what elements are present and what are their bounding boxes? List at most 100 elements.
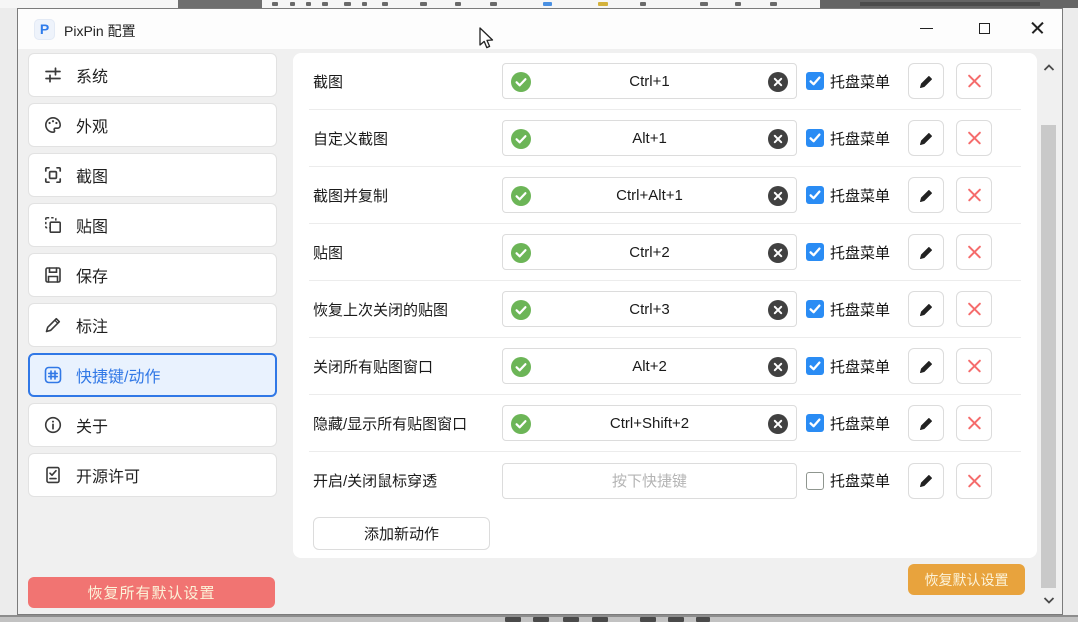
close-icon	[1031, 22, 1044, 35]
delete-action-button[interactable]	[956, 177, 992, 213]
license-icon	[43, 465, 63, 485]
sidebar-item-hotkeys[interactable]: 快捷键/动作	[28, 353, 277, 397]
edit-action-button[interactable]	[908, 120, 944, 156]
tray-checkbox[interactable]	[806, 300, 824, 318]
restore-all-defaults-button[interactable]: 恢复所有默认设置	[28, 577, 275, 608]
hotkey-clear-button[interactable]	[768, 414, 788, 434]
pencil-icon	[918, 415, 935, 432]
background-glyph	[306, 2, 311, 6]
minimize-icon	[920, 28, 933, 29]
hotkey-input[interactable]: Ctrl+2	[502, 234, 797, 270]
delete-action-button[interactable]	[956, 291, 992, 327]
delete-x-icon	[967, 188, 982, 203]
tray-label: 托盘菜单	[830, 470, 890, 491]
edit-action-button[interactable]	[908, 463, 944, 499]
scroll-up-button[interactable]	[1041, 61, 1057, 75]
hotkey-clear-button[interactable]	[768, 129, 788, 149]
hotkey-input[interactable]: Alt+2	[502, 348, 797, 384]
action-label: 恢复上次关闭的贴图	[313, 299, 502, 320]
palette-icon	[43, 115, 63, 135]
hotkey-clear-button[interactable]	[768, 300, 788, 320]
hotkey-input[interactable]: Ctrl+1	[502, 63, 797, 99]
hotkey-clear-button[interactable]	[768, 186, 788, 206]
delete-action-button[interactable]	[956, 63, 992, 99]
edit-action-button[interactable]	[908, 348, 944, 384]
delete-x-icon	[967, 74, 982, 89]
delete-action-button[interactable]	[956, 234, 992, 270]
edit-action-button[interactable]	[908, 234, 944, 270]
sidebar-item-annotate[interactable]: 标注	[28, 303, 277, 347]
action-label: 关闭所有贴图窗口	[313, 356, 502, 377]
background-glyph	[420, 2, 427, 6]
hotkey-row: 截图并复制 Ctrl+Alt+1 托盘菜单	[309, 167, 1021, 224]
hotkey-value: Ctrl+1	[629, 73, 669, 90]
maximize-button[interactable]	[962, 15, 1006, 41]
sidebar: 系统 外观 截图	[28, 53, 277, 503]
tray-checkbox[interactable]	[806, 186, 824, 204]
checkmark-icon	[808, 188, 822, 202]
hotkey-value: 按下快捷键	[612, 470, 687, 491]
background-glyph	[860, 2, 1040, 6]
pencil-icon	[918, 472, 935, 489]
hotkey-input[interactable]: Ctrl+Alt+1	[502, 177, 797, 213]
background-glyph	[322, 2, 328, 6]
hotkey-clear-button[interactable]	[768, 243, 788, 263]
sidebar-item-license[interactable]: 开源许可	[28, 453, 277, 497]
hotkey-input[interactable]: Ctrl+3	[502, 291, 797, 327]
background-glyph	[770, 2, 777, 6]
hotkey-valid-icon	[511, 129, 531, 149]
hotkey-input[interactable]: Alt+1	[502, 120, 797, 156]
background-glyph	[668, 617, 684, 622]
screenshot-frame-icon	[43, 165, 63, 185]
chevron-down-icon	[1043, 596, 1055, 604]
tray-checkbox[interactable]	[806, 357, 824, 375]
vertical-scrollbar[interactable]	[1041, 53, 1057, 609]
tray-checkbox[interactable]	[806, 414, 824, 432]
hotkey-input[interactable]: 按下快捷键	[502, 463, 797, 499]
delete-action-button[interactable]	[956, 463, 992, 499]
save-icon	[43, 265, 63, 285]
scrollbar-thumb[interactable]	[1041, 125, 1056, 588]
tray-checkbox[interactable]	[806, 472, 824, 490]
close-button[interactable]	[1015, 15, 1059, 41]
sidebar-item-system[interactable]: 系统	[28, 53, 277, 97]
sidebar-item-appearance[interactable]: 外观	[28, 103, 277, 147]
sidebar-item-about[interactable]: 关于	[28, 403, 277, 447]
sidebar-item-pin[interactable]: 贴图	[28, 203, 277, 247]
background-glyph	[598, 2, 608, 6]
edit-action-button[interactable]	[908, 63, 944, 99]
add-action-row: 添加新动作	[293, 509, 1037, 558]
hotkey-row: 隐藏/显示所有贴图窗口 Ctrl+Shift+2 托盘菜单	[309, 395, 1021, 452]
titlebar[interactable]: P PixPin 配置	[18, 9, 1062, 49]
pencil-icon	[918, 358, 935, 375]
hotkey-clear-button[interactable]	[768, 357, 788, 377]
restore-defaults-button[interactable]: 恢复默认设置	[908, 564, 1025, 595]
sidebar-item-screenshot[interactable]: 截图	[28, 153, 277, 197]
edit-action-button[interactable]	[908, 405, 944, 441]
edit-action-button[interactable]	[908, 177, 944, 213]
add-action-button[interactable]: 添加新动作	[313, 517, 490, 550]
background-glyph	[640, 617, 656, 622]
background-glyph	[272, 2, 278, 6]
delete-x-icon	[967, 473, 982, 488]
tray-checkbox[interactable]	[806, 243, 824, 261]
mouse-cursor	[478, 27, 495, 51]
hotkey-valid-icon	[511, 414, 531, 434]
delete-action-button[interactable]	[956, 120, 992, 156]
tray-checkbox[interactable]	[806, 129, 824, 147]
hotkey-rows: 截图 Ctrl+1 托盘菜单 自定义截图 A	[293, 53, 1037, 509]
sidebar-item-label: 关于	[76, 413, 108, 437]
scroll-down-button[interactable]	[1041, 593, 1057, 607]
delete-x-icon	[967, 416, 982, 431]
sidebar-item-save[interactable]: 保存	[28, 253, 277, 297]
background-glyph	[696, 617, 710, 622]
hotkey-row: 开启/关闭鼠标穿透 按下快捷键 托盘菜单	[309, 452, 1021, 509]
hotkey-input[interactable]: Ctrl+Shift+2	[502, 405, 797, 441]
hotkey-value: Ctrl+2	[629, 244, 669, 261]
hotkey-clear-button[interactable]	[768, 72, 788, 92]
minimize-button[interactable]	[904, 15, 948, 41]
delete-action-button[interactable]	[956, 405, 992, 441]
edit-action-button[interactable]	[908, 291, 944, 327]
tray-checkbox[interactable]	[806, 72, 824, 90]
delete-action-button[interactable]	[956, 348, 992, 384]
